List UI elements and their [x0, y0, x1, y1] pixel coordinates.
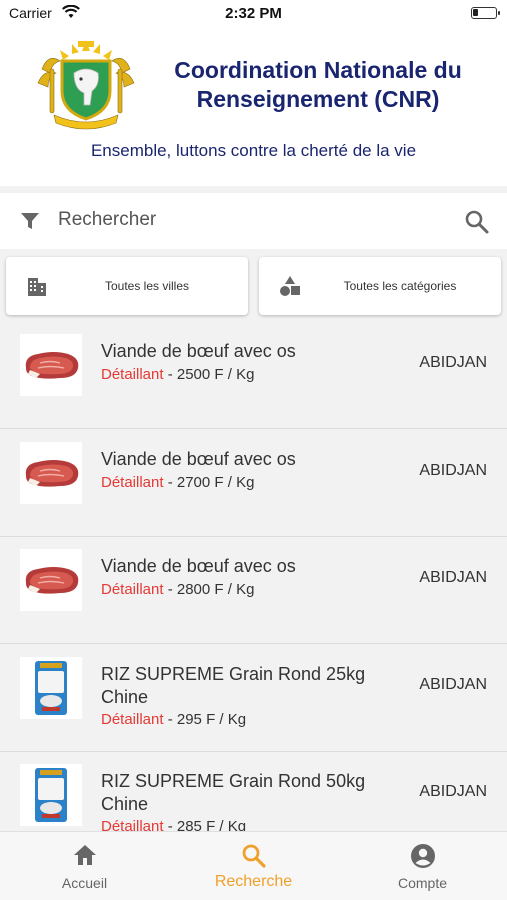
product-price: - 2700 F / Kg [163, 473, 255, 491]
product-thumbnail [20, 334, 82, 396]
search-icon[interactable] [464, 209, 490, 235]
category-shapes-icon [280, 276, 300, 296]
city-filter-label: Toutes les villes [104, 279, 190, 293]
product-city: ABIDJAN [419, 569, 487, 586]
account-icon [410, 844, 435, 868]
search-bar [0, 193, 507, 249]
product-city: ABIDJAN [419, 675, 487, 693]
search-input[interactable] [58, 205, 448, 235]
list-item[interactable]: RIZ SUPREME Grain Rond 25kg Chine Détaill… [0, 645, 507, 752]
rice-bag-icon [35, 768, 67, 822]
filter-icon[interactable] [20, 211, 40, 231]
tab-compte[interactable]: Compte [338, 832, 507, 900]
category-filter-label: Toutes les catégories [343, 279, 457, 293]
product-price-line: Détaillant - 2800 F / Kg [101, 581, 254, 598]
seller-type: Détaillant [101, 818, 164, 831]
seller-type: Détaillant [101, 366, 164, 383]
tab-compte-label: Compte [397, 875, 448, 891]
city-filter-button[interactable]: Toutes les villes [6, 257, 248, 315]
beef-steak-icon [25, 459, 79, 487]
rice-bag-icon [35, 660, 67, 715]
product-city: ABIDJAN [419, 461, 487, 479]
status-time: 2:32 PM [225, 5, 282, 22]
product-name: RIZ SUPREME Grain Rond 25kg Chine [101, 663, 366, 707]
product-price: - 285 F / Kg [163, 818, 247, 831]
seller-type: Détaillant [101, 473, 164, 491]
seller-type: Détaillant [101, 710, 164, 728]
product-price-line: Détaillant - 285 F / Kg [101, 818, 246, 831]
list-item[interactable]: Viande de bœuf avec os Détaillant - 2700 … [0, 430, 507, 537]
product-price: - 295 F / Kg [163, 710, 247, 728]
product-thumbnail [20, 764, 82, 826]
coat-of-arms-logo [37, 41, 135, 130]
product-price: - 2800 F / Kg [163, 581, 255, 598]
battery-icon [471, 7, 500, 19]
city-icon [28, 278, 46, 296]
product-thumbnail [20, 549, 82, 611]
app-tagline: Ensemble, luttons contre la cherté de la… [90, 141, 417, 160]
search-icon [242, 844, 266, 868]
tab-recherche-label: Recherche [214, 873, 293, 890]
tab-bar: Accueil Recherche Compte [0, 831, 507, 900]
app-title: Coordination Nationale du Renseignement … [174, 57, 462, 112]
list-item[interactable]: Viande de bœuf avec os Détaillant - 2500 … [0, 322, 507, 429]
status-bar: Carrier 2:32 PM [0, 0, 507, 26]
category-filter-button[interactable]: Toutes les catégories [259, 257, 501, 315]
product-thumbnail [20, 656, 82, 719]
tab-accueil-label: Accueil [61, 875, 108, 891]
product-name: Viande de bœuf avec os [101, 448, 296, 469]
product-price-line: Détaillant - 295 F / Kg [101, 711, 246, 728]
product-name: Viande de bœuf avec os [101, 556, 296, 576]
product-city: ABIDJAN [419, 783, 487, 800]
list-item[interactable]: Viande de bœuf avec os Détaillant - 2800 … [0, 537, 507, 644]
product-price-line: Détaillant - 2500 F / Kg [101, 366, 254, 383]
product-price: - 2500 F / Kg [163, 366, 255, 383]
beef-steak-icon [25, 567, 79, 594]
list-item[interactable]: RIZ SUPREME Grain Rond 50kg Chine Détaill… [0, 752, 507, 831]
product-name: RIZ SUPREME Grain Rond 50kg Chine [101, 771, 366, 814]
app-header: Coordination Nationale du Renseignement … [0, 26, 507, 186]
home-icon [73, 845, 96, 865]
product-city: ABIDJAN [419, 354, 487, 371]
tab-accueil[interactable]: Accueil [0, 832, 169, 900]
product-list[interactable]: Viande de bœuf avec os Détaillant - 2500 … [0, 322, 507, 831]
seller-type: Détaillant [101, 581, 164, 598]
product-price-line: Détaillant - 2700 F / Kg [101, 474, 254, 491]
battery-level [473, 9, 478, 16]
tab-recherche[interactable]: Recherche [169, 832, 338, 900]
product-name: Viande de bœuf avec os [101, 341, 296, 361]
product-thumbnail [20, 441, 82, 504]
beef-steak-icon [25, 352, 79, 379]
